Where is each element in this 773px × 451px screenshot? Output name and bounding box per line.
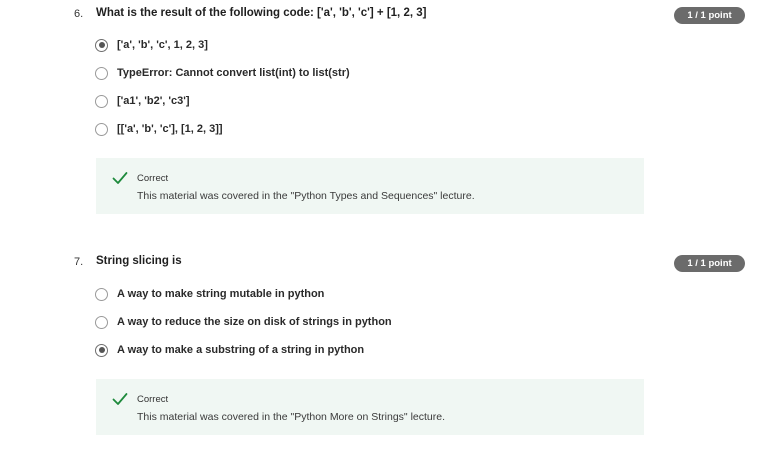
feedback-message: This material was covered in the "Python…: [137, 411, 446, 423]
radio-button-selected[interactable]: [95, 38, 108, 52]
option-label: TypeError: Cannot convert list(int) to l…: [117, 67, 350, 79]
feedback-status: Correct: [137, 173, 169, 184]
checkmark-icon: [112, 172, 128, 184]
points-badge: 1 / 1 point: [674, 255, 745, 272]
option-1[interactable]: A way to make string mutable in python: [95, 286, 324, 302]
option-label: ['a1', 'b2', 'c3']: [117, 95, 190, 107]
points-badge: 1 / 1 point: [674, 7, 745, 24]
feedback-box: Correct This material was covered in the…: [96, 158, 644, 214]
option-label: [['a', 'b', 'c'], [1, 2, 3]]: [117, 123, 223, 135]
option-1[interactable]: ['a', 'b', 'c', 1, 2, 3]: [95, 37, 208, 53]
option-label: A way to make a substring of a string in…: [117, 344, 365, 356]
question-text: What is the result of the following code…: [96, 7, 427, 19]
checkmark-icon: [112, 393, 128, 405]
option-2[interactable]: TypeError: Cannot convert list(int) to l…: [95, 65, 350, 81]
option-4[interactable]: [['a', 'b', 'c'], [1, 2, 3]]: [95, 121, 223, 137]
feedback-box: Correct This material was covered in the…: [96, 379, 644, 435]
feedback-status: Correct: [137, 394, 169, 405]
option-3[interactable]: A way to make a substring of a string in…: [95, 342, 364, 358]
option-3[interactable]: ['a1', 'b2', 'c3']: [95, 93, 190, 109]
radio-button-selected[interactable]: [95, 343, 108, 357]
option-2[interactable]: A way to reduce the size on disk of stri…: [95, 314, 392, 330]
radio-button[interactable]: [95, 122, 108, 136]
feedback-message: This material was covered in the "Python…: [137, 190, 475, 202]
question-number: 7.: [74, 256, 84, 268]
radio-button[interactable]: [95, 315, 108, 329]
option-label: A way to make string mutable in python: [117, 288, 325, 300]
option-label: ['a', 'b', 'c', 1, 2, 3]: [117, 39, 208, 51]
radio-button[interactable]: [95, 66, 108, 80]
option-label: A way to reduce the size on disk of stri…: [117, 316, 392, 328]
question-text: String slicing is: [96, 255, 182, 267]
radio-button[interactable]: [95, 287, 108, 301]
radio-button[interactable]: [95, 94, 108, 108]
question-number: 6.: [74, 8, 84, 20]
